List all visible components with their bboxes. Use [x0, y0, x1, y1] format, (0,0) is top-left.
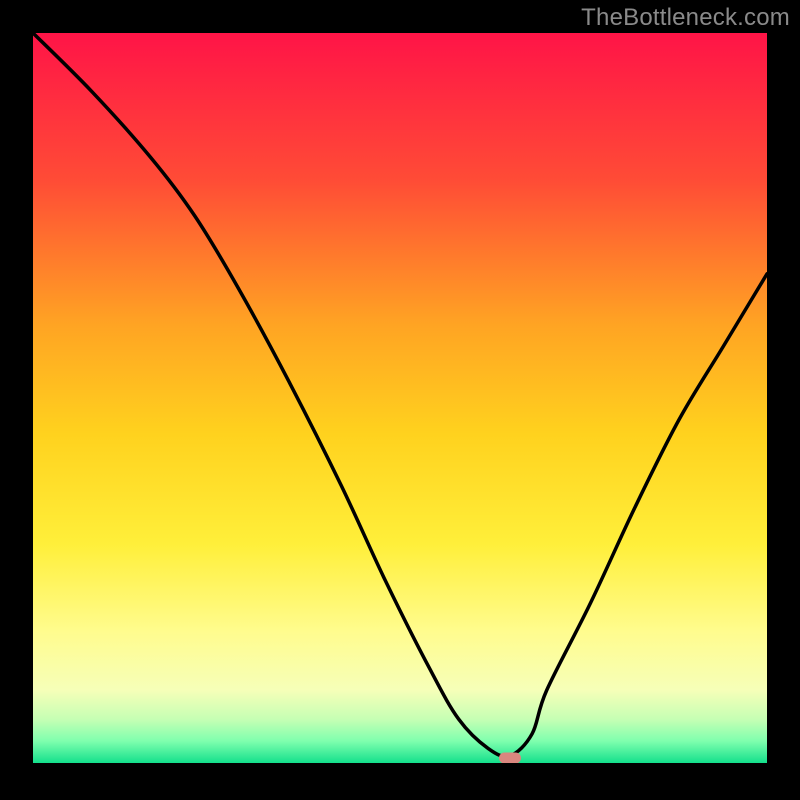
chart-frame: TheBottleneck.com	[0, 0, 800, 800]
watermark-text: TheBottleneck.com	[581, 4, 790, 32]
optimal-marker	[499, 753, 521, 764]
bottleneck-curve	[33, 33, 767, 763]
plot-area	[33, 33, 767, 763]
